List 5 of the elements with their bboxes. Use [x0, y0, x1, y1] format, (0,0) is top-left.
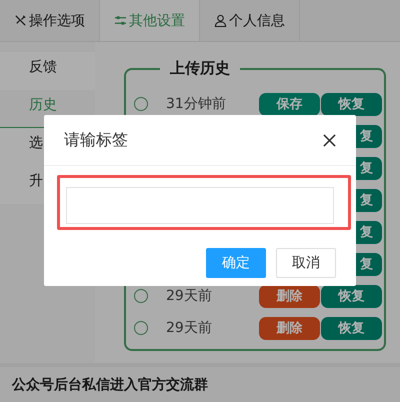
dialog-title: 请输标签 — [64, 130, 128, 150]
panel-title: 上传历史 — [160, 59, 240, 78]
time-label: 29天前 — [166, 287, 212, 305]
time-label: 29天前 — [166, 319, 212, 337]
time-label: 31分钟前 — [166, 95, 226, 113]
